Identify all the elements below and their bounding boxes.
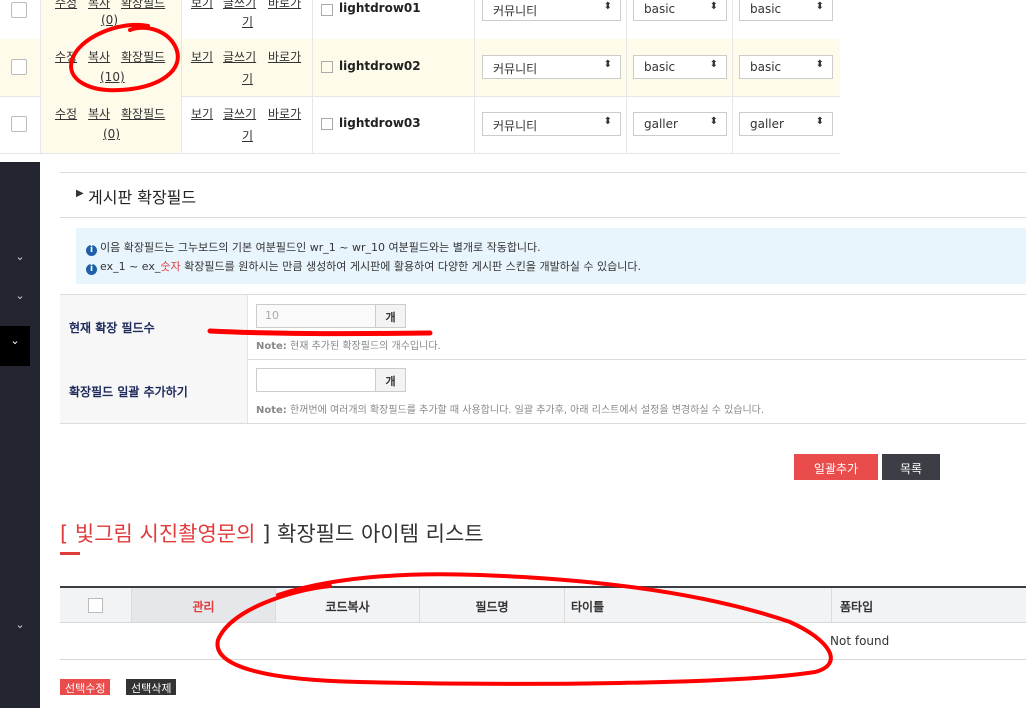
- chevron-down-icon: ⌄: [15, 618, 25, 631]
- row-checkbox[interactable]: [11, 116, 27, 132]
- empty-row: Not found: [60, 623, 1026, 660]
- current-count-input[interactable]: 10: [256, 304, 376, 328]
- copy-link[interactable]: 복사: [88, 48, 110, 65]
- current-count-label: 현재 확장 필드수: [69, 321, 155, 335]
- shortcut-link[interactable]: 바로가: [268, 0, 301, 11]
- board-table: 수정 복사 확장필드 (0) 보기 글쓰기 기 바로가 lightdrow01 …: [0, 0, 840, 154]
- edit-link[interactable]: 수정: [55, 105, 77, 122]
- write-link-wrap[interactable]: 기: [242, 70, 253, 87]
- select-arrow-icon: ⬍: [815, 59, 824, 70]
- shortcut-link[interactable]: 바로가: [268, 105, 301, 122]
- mobile-skin-select[interactable]: basic ⬍: [739, 0, 833, 21]
- shortcut-link[interactable]: 바로가: [268, 48, 301, 65]
- sidebar-menu-toggle[interactable]: ⌄: [0, 618, 40, 648]
- external-link-icon[interactable]: [321, 118, 333, 130]
- column-header-manage: 관리: [132, 588, 276, 622]
- copy-link[interactable]: 복사: [88, 105, 110, 122]
- board-name: 빛그림 시진촬영문의: [74, 522, 256, 546]
- write-link-wrap[interactable]: 기: [242, 127, 253, 144]
- chevron-down-icon: ⌄: [10, 334, 20, 347]
- extend-field-form: 현재 확장 필드수 10 개 Note: 현재 추가된 확장필드의 개수입니다.…: [60, 294, 1026, 424]
- select-arrow-icon: ⬍: [815, 1, 824, 12]
- select-arrow-icon: ⬍: [603, 116, 612, 127]
- bulk-add-row: 확장필드 일괄 추가하기 개 Note: 한꺼번에 여러개의 확장필드를 추가할…: [60, 359, 1026, 424]
- copy-link[interactable]: 복사: [88, 0, 110, 11]
- extend-field-link[interactable]: 확장필드: [121, 0, 165, 11]
- external-link-icon[interactable]: [321, 61, 333, 73]
- admin-sidebar: ⌄ ⌄ ⌄ ⌄: [0, 162, 40, 708]
- current-count-row: 현재 확장 필드수 10 개 Note: 현재 추가된 확장필드의 개수입니다.: [60, 295, 1026, 360]
- info-box: i 이음 확장필드는 그누보드의 기본 여분필드인 wr_1 ~ wr_10 여분…: [76, 228, 1026, 284]
- list-button[interactable]: 목록: [882, 454, 940, 480]
- sidebar-menu-toggle[interactable]: ⌄: [0, 250, 40, 280]
- column-header-field-name: 필드명: [420, 588, 565, 622]
- select-arrow-icon: ⬍: [709, 1, 718, 12]
- delete-selected-button[interactable]: 선택삭제: [126, 679, 177, 695]
- unit-label: 개: [375, 304, 406, 328]
- unit-label: 개: [375, 368, 406, 392]
- extend-field-link[interactable]: 확장필드: [121, 105, 165, 122]
- view-link[interactable]: 보기: [191, 48, 213, 65]
- select-arrow-icon: ⬍: [709, 59, 718, 70]
- external-link-icon[interactable]: [321, 4, 333, 16]
- skin-select[interactable]: basic ⬍: [633, 0, 727, 21]
- bulk-add-button[interactable]: 일괄추가: [794, 454, 878, 480]
- info-text-1: 이음 확장필드는 그누보드의 기본 여분필드인 wr_1 ~ wr_10 여분필…: [100, 241, 541, 254]
- column-header-form-type: 폼타입: [840, 600, 874, 614]
- chevron-down-icon: ⌄: [15, 289, 25, 302]
- extend-field-count[interactable]: (10): [100, 70, 125, 84]
- sidebar-menu-toggle[interactable]: ⌄: [0, 289, 40, 319]
- select-arrow-icon: ⬍: [709, 116, 718, 127]
- select-all-checkbox[interactable]: [88, 598, 103, 613]
- info-icon: i: [86, 245, 97, 256]
- caret-right-icon: ▶: [76, 188, 84, 199]
- edit-link[interactable]: 수정: [55, 48, 77, 65]
- view-link[interactable]: 보기: [191, 0, 213, 11]
- view-link[interactable]: 보기: [191, 105, 213, 122]
- bulk-add-label: 확장필드 일괄 추가하기: [69, 385, 188, 399]
- sidebar-menu-toggle-active[interactable]: ⌄: [0, 326, 30, 366]
- row-checkbox[interactable]: [11, 2, 27, 18]
- extend-field-link[interactable]: 확장필드: [121, 48, 165, 65]
- write-link[interactable]: 글쓰기: [223, 0, 256, 11]
- write-link[interactable]: 글쓰기: [223, 48, 256, 65]
- table-header: 관리 코드복사 필드명 타이틀 폼타입: [60, 588, 1026, 623]
- title-underline: [60, 552, 80, 555]
- board-id: lightdrow02: [339, 59, 421, 73]
- edit-selected-button[interactable]: 선택수정: [60, 679, 111, 695]
- column-header-title: 타이틀: [565, 588, 832, 622]
- list-title: [ 빛그림 시진촬영문의 ] 확장필드 아이템 리스트: [60, 522, 484, 546]
- write-link[interactable]: 글쓰기: [223, 105, 256, 122]
- board-id: lightdrow01: [339, 1, 421, 15]
- bulk-add-input[interactable]: [256, 368, 376, 392]
- section-title: 게시판 확장필드: [88, 188, 197, 207]
- extend-field-count[interactable]: (0): [101, 13, 118, 27]
- empty-message: Not found: [830, 634, 890, 648]
- table-row: 수정 복사 확장필드 (0) 보기 글쓰기 기 바로가 lightdrow01 …: [0, 0, 840, 40]
- select-arrow-icon: ⬍: [603, 1, 612, 12]
- column-header-code-copy: 코드복사: [276, 588, 420, 622]
- select-arrow-icon: ⬍: [815, 116, 824, 127]
- current-count-note: Note: 현재 추가된 확장필드의 개수입니다.: [256, 341, 441, 352]
- mobile-skin-select[interactable]: basic ⬍: [739, 55, 833, 79]
- table-row: 수정 복사 확장필드 (0) 보기 글쓰기 기 바로가 lightdrow03 …: [0, 96, 840, 154]
- skin-select[interactable]: galler ⬍: [633, 112, 727, 136]
- info-icon: i: [86, 264, 97, 275]
- group-select[interactable]: 커뮤니티 ⬍: [482, 112, 621, 136]
- row-checkbox[interactable]: [11, 59, 27, 75]
- extend-field-count[interactable]: (0): [103, 127, 120, 141]
- mobile-skin-select[interactable]: galler ⬍: [739, 112, 833, 136]
- bulk-add-note: Note: 한꺼번에 여러개의 확장필드를 추가할 때 사용합니다. 일괄 추가…: [256, 405, 765, 416]
- skin-select[interactable]: basic ⬍: [633, 55, 727, 79]
- extend-field-list-table: 관리 코드복사 필드명 타이틀 폼타입 Not found: [60, 586, 1026, 660]
- edit-link[interactable]: 수정: [55, 0, 77, 11]
- group-select[interactable]: 커뮤니티 ⬍: [482, 0, 621, 21]
- table-row: 수정 복사 확장필드 (10) 보기 글쓰기 기 바로가 기 lightdrow…: [0, 39, 840, 97]
- write-link-wrap[interactable]: 기: [242, 13, 253, 30]
- board-id: lightdrow03: [339, 116, 421, 130]
- group-select[interactable]: 커뮤니티 ⬍: [482, 55, 621, 79]
- select-arrow-icon: ⬍: [603, 59, 612, 70]
- section-header: ▶ 게시판 확장필드: [60, 172, 1026, 218]
- chevron-down-icon: ⌄: [15, 250, 25, 263]
